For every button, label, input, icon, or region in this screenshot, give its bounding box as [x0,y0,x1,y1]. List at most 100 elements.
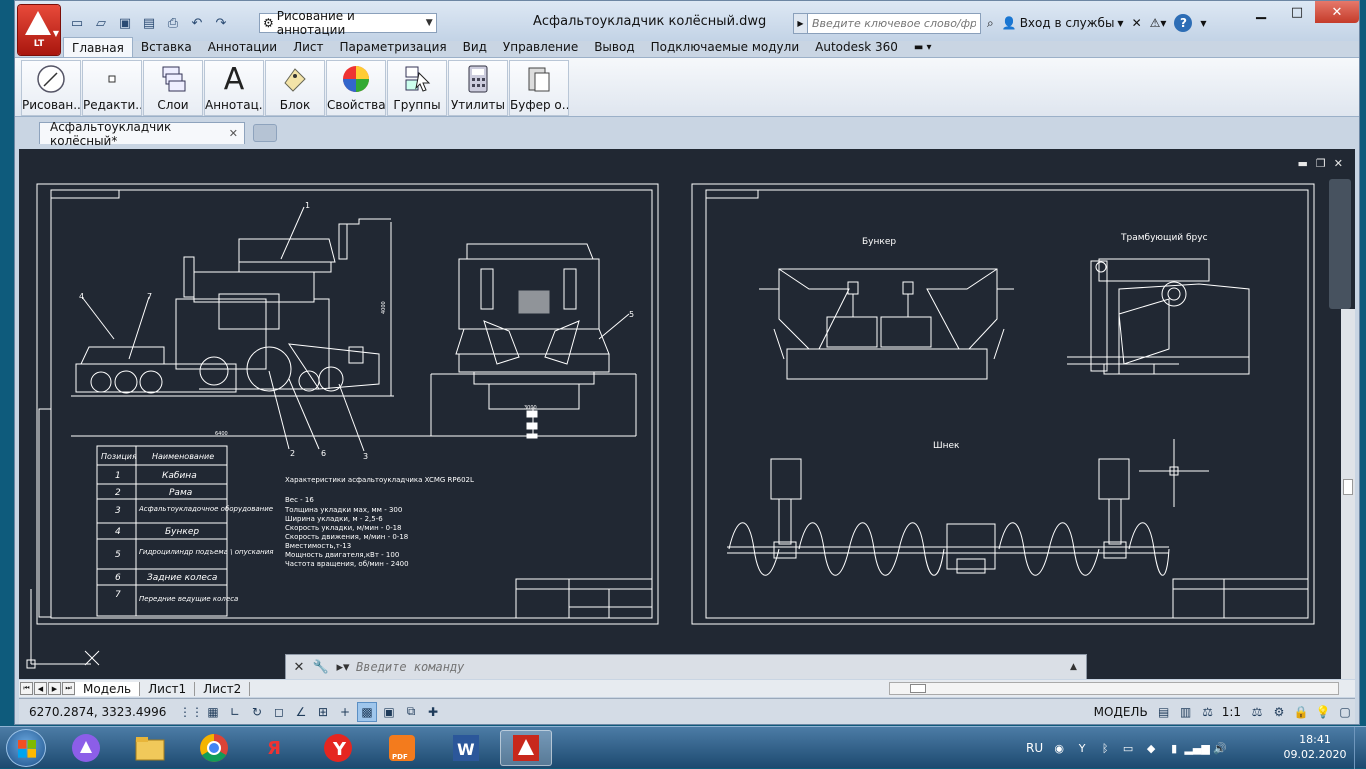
annotation-visibility-icon[interactable]: ⚖ [1247,702,1267,722]
tab-home[interactable]: Главная [63,37,133,57]
draw-button[interactable]: Рисован... [21,60,81,116]
autocad-taskbar-icon[interactable] [500,730,552,766]
battery-icon[interactable]: ▮ [1167,741,1181,755]
lock-icon[interactable]: 🔒 [1291,702,1311,722]
clock[interactable]: 18:41 09.02.2020 [1282,732,1348,762]
new-file-icon[interactable]: ▭ [67,14,87,32]
osnap-icon[interactable]: ◻ [269,702,289,722]
close-icon[interactable]: ✕ [290,658,308,676]
tab-sheet1[interactable]: Лист1 [140,681,196,696]
annotation-button[interactable]: A Аннотац... [204,60,264,116]
language-indicator[interactable]: RU [1026,741,1043,755]
horizontal-scrollbar[interactable] [889,682,1339,695]
save-as-icon[interactable]: ▤ [139,14,159,32]
tab-insert[interactable]: Вставка [133,37,200,57]
ribbon-options-icon[interactable]: ▬ ▾ [906,37,940,57]
search-input[interactable] [808,17,976,30]
command-input[interactable] [356,660,1066,674]
alice-icon[interactable] [60,730,112,766]
open-folder-icon[interactable]: ▱ [91,14,111,32]
tab-annotate[interactable]: Аннотации [200,37,285,57]
wrench-icon[interactable]: 🔧 [312,658,330,676]
annotation-monitor-icon[interactable]: ⧉ [401,702,421,722]
quick-view-layouts-icon[interactable]: ▤ [1154,702,1174,722]
drawing-canvas[interactable]: 1 2 3 4 5 6 7 6400 3000 4000 Позиция Наи… [19,149,1355,679]
close-button[interactable]: ✕ [1315,1,1359,23]
transparency-icon[interactable]: ▩ [357,701,377,722]
close-icon[interactable]: ✕ [229,127,238,140]
modify-button[interactable]: Редакти... [82,60,142,116]
explorer-icon[interactable] [124,730,176,766]
binoculars-icon[interactable]: ⌕ [987,16,994,31]
network-signal-icon[interactable]: ▂▄▆ [1184,741,1209,755]
workspace-icon[interactable]: ⚙ [1269,702,1289,722]
tab-output[interactable]: Вывод [586,37,642,57]
lineweight-icon[interactable]: + [335,702,355,722]
dyn-icon[interactable]: ⊞ [313,702,333,722]
properties-button[interactable]: Свойства [326,60,386,116]
utilities-button[interactable]: Утилиты [448,60,508,116]
viewport-restore-icon[interactable]: ❐ [1316,157,1326,170]
start-button[interactable] [6,729,46,767]
last-layout-icon[interactable]: ⏭ [62,682,75,695]
clean-screen-icon[interactable]: ▢ [1335,702,1355,722]
file-tab[interactable]: Асфальтоукладчик колёсный* ✕ [39,120,245,148]
scroll-thumb[interactable] [910,684,926,693]
subscription-icon[interactable]: ⚠▾ [1150,16,1167,30]
volume-icon[interactable]: 🔊 [1213,741,1227,755]
monitor-icon[interactable]: ▭ [1121,741,1135,755]
yandex-browser-icon[interactable]: Я [248,730,300,766]
annotation-scale-value[interactable]: 1:1 [1218,705,1245,719]
layers-button[interactable]: Слои [143,60,203,116]
bluetooth-icon[interactable]: ᛒ [1098,741,1112,755]
prompt-icon[interactable]: ▸▾ [334,658,352,676]
search-box[interactable]: ▶ [793,13,981,34]
grid-icon[interactable]: ▦ [203,702,223,722]
snap-plus-icon[interactable]: ✚ [423,702,443,722]
selection-cycling-icon[interactable]: ▣ [379,702,399,722]
pdf-icon[interactable]: PDF [376,730,428,766]
tray-shield-icon[interactable]: ◆ [1144,741,1158,755]
polar-icon[interactable]: ↻ [247,702,267,722]
signin-button[interactable]: 👤 Вход в службы ▼ [1002,16,1124,30]
groups-button[interactable]: Группы [387,60,447,116]
tab-parametric[interactable]: Параметризация [331,37,454,57]
chevron-right-icon[interactable]: ▶ [794,14,808,33]
next-layout-icon[interactable]: ▶ [48,682,61,695]
chevron-down-icon[interactable]: ▼ [1200,19,1206,28]
clipboard-button[interactable]: Буфер о... [509,60,569,116]
exchange-icon[interactable]: ✕ [1132,16,1142,30]
workspace-selector[interactable]: ⚙ Рисование и аннотации ▼ [259,9,437,37]
new-tab-button[interactable] [253,124,277,142]
tab-manage[interactable]: Управление [495,37,586,57]
tab-layout[interactable]: Лист [285,37,331,57]
first-layout-icon[interactable]: ⏮ [20,682,33,695]
tray-yandex-icon[interactable]: Y [1075,741,1089,755]
tab-model[interactable]: Модель [75,681,141,696]
model-space-button[interactable]: МОДЕЛЬ [1090,705,1152,719]
tray-app-icon[interactable]: ◉ [1052,741,1066,755]
chevron-up-icon[interactable]: ▲ [1070,662,1086,672]
isolate-icon[interactable]: 💡 [1313,702,1333,722]
viewport-close-icon[interactable]: ✕ [1334,157,1343,170]
scroll-thumb[interactable] [1343,479,1353,495]
grid-dots-icon[interactable]: ⋮⋮ [179,702,203,722]
print-icon[interactable]: ⎙ [163,14,183,32]
quick-view-drawings-icon[interactable]: ▥ [1176,702,1196,722]
ortho-icon[interactable]: ∟ [225,702,245,722]
application-menu-button[interactable]: LT ▼ [18,5,60,55]
redo-icon[interactable]: ↷ [211,14,231,32]
prev-layout-icon[interactable]: ◀ [34,682,47,695]
save-icon[interactable]: ▣ [115,14,135,32]
otrack-icon[interactable]: ∠ [291,702,311,722]
yandex-icon[interactable]: Y [312,730,364,766]
word-icon[interactable]: W [440,730,492,766]
minimize-button[interactable]: ▁ [1243,1,1279,23]
tab-plugins[interactable]: Подключаемые модули [643,37,808,57]
maximize-button[interactable]: □ [1279,1,1315,23]
navigation-bar[interactable] [1329,179,1351,309]
viewport-minimize-icon[interactable]: ▬ [1298,157,1308,170]
show-desktop-button[interactable] [1354,727,1366,769]
chrome-icon[interactable] [188,730,240,766]
undo-icon[interactable]: ↶ [187,14,207,32]
